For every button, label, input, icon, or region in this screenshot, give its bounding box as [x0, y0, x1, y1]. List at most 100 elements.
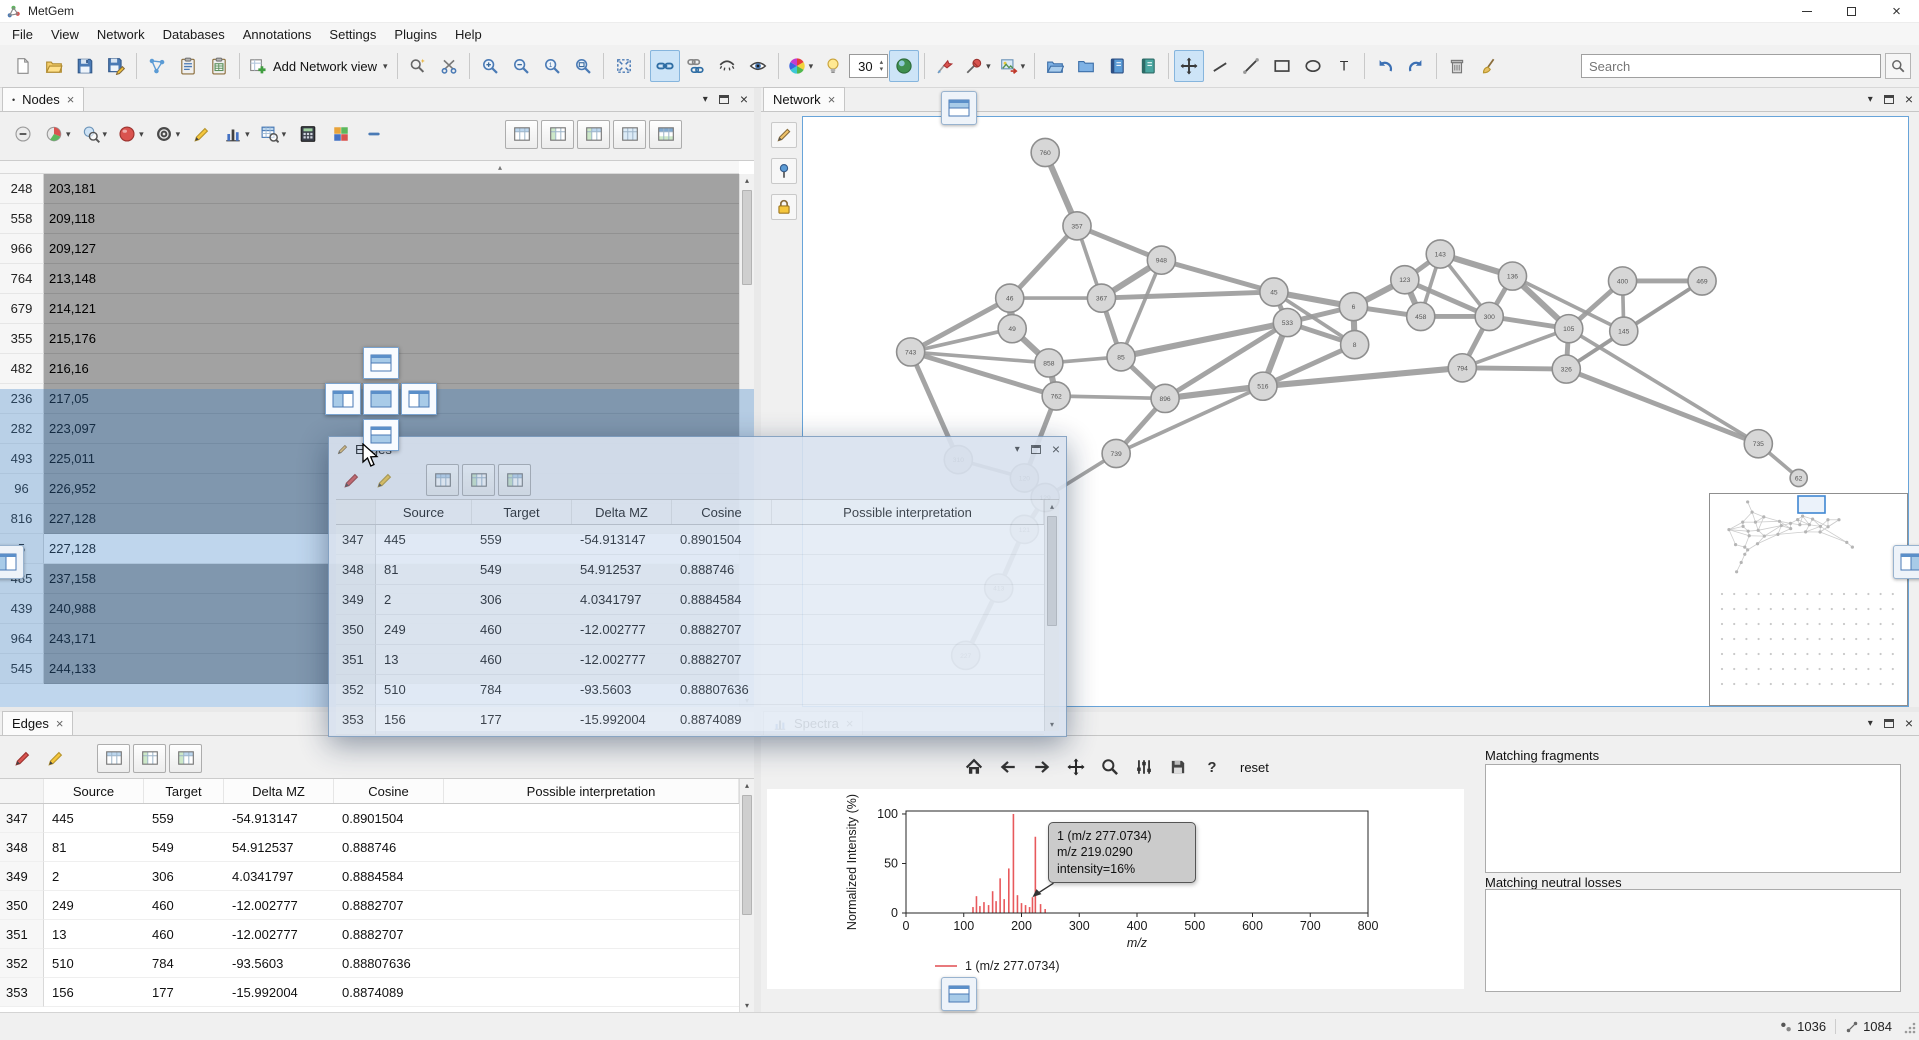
fullscreen-button[interactable]: [609, 50, 639, 82]
edge-cell[interactable]: 0.88807636: [334, 949, 444, 978]
export-image-button[interactable]: ▾: [996, 50, 1030, 82]
process-file-button[interactable]: [142, 50, 172, 82]
edge-cell[interactable]: 510: [376, 675, 472, 705]
edge-cell[interactable]: 156: [376, 705, 472, 735]
show-selected-rows-button[interactable]: [169, 744, 202, 773]
tab-edges[interactable]: Edges ×: [2, 711, 73, 735]
edge-cell[interactable]: 784: [144, 949, 224, 978]
edge-cell[interactable]: 0.8882707: [334, 891, 444, 920]
edge-cell[interactable]: 2: [44, 862, 144, 891]
network-node[interactable]: 533: [1273, 308, 1301, 336]
column-header-cosine[interactable]: Cosine: [334, 779, 444, 803]
edge-cell[interactable]: [444, 833, 739, 862]
panel-close-button[interactable]: ×: [740, 92, 748, 106]
edge-cell[interactable]: 2: [376, 585, 472, 615]
link-nodes-button[interactable]: [650, 50, 680, 82]
network-node[interactable]: 326: [1552, 355, 1580, 383]
spinner-arrows-icon[interactable]: ▴▾: [880, 59, 884, 74]
zoom-button[interactable]: [1097, 754, 1123, 780]
column-header-source[interactable]: Source: [376, 500, 472, 524]
edge-cell[interactable]: -54.913147: [224, 804, 334, 833]
pan-mode-button[interactable]: [1174, 50, 1204, 82]
scroll-up-icon[interactable]: ▴: [740, 176, 754, 185]
open-search-button[interactable]: [403, 50, 433, 82]
edge-cell[interactable]: 0.8882707: [672, 645, 772, 675]
edge-cell[interactable]: [772, 645, 1044, 675]
highlight-selection-button[interactable]: [187, 120, 217, 149]
network-node[interactable]: 762: [1042, 382, 1070, 410]
row-header-cell[interactable]: 347: [336, 525, 376, 555]
network-node[interactable]: 6: [1339, 293, 1367, 321]
row-header-cell[interactable]: 350: [336, 615, 376, 645]
edge-cell[interactable]: 81: [44, 833, 144, 862]
panel-float-button[interactable]: [1031, 445, 1041, 454]
nodes-table-row[interactable]: 679214,121: [0, 294, 739, 324]
show-all-rows-button[interactable]: [426, 464, 459, 496]
show-neighbors-button[interactable]: [541, 120, 574, 149]
minimap-viewport[interactable]: [1798, 496, 1825, 513]
tab-close-icon[interactable]: ×: [56, 717, 64, 730]
hide-isolated-nodes-button[interactable]: [712, 50, 742, 82]
scroll-down-icon[interactable]: ▾: [1045, 720, 1059, 729]
show-isolated-nodes-button[interactable]: [743, 50, 773, 82]
edge-cell[interactable]: -12.002777: [572, 615, 672, 645]
row-header-cell[interactable]: 349: [336, 585, 376, 615]
row-header-cell[interactable]: 349: [0, 862, 44, 891]
pin-tool-button[interactable]: ▾: [961, 50, 995, 82]
scrollbar-thumb[interactable]: [1047, 516, 1057, 626]
scrollbar-thumb[interactable]: [742, 190, 752, 285]
node-color-mapping-button[interactable]: ▾: [114, 120, 148, 149]
edge-cell[interactable]: 0.8901504: [672, 525, 772, 555]
edge-cell[interactable]: 306: [144, 862, 224, 891]
network-node[interactable]: 46: [996, 284, 1024, 312]
edge-cell[interactable]: [444, 862, 739, 891]
floating-vertical-scrollbar[interactable]: ▴ ▾: [1044, 500, 1059, 731]
dart-tool-button[interactable]: [930, 50, 960, 82]
edges-table-row[interactable]: 34923064.03417970.8884584: [336, 585, 1059, 615]
network-minimap[interactable]: [1709, 493, 1908, 706]
edges-table-row[interactable]: 350249460-12.0027770.8882707: [336, 615, 1059, 645]
edge-cell[interactable]: -12.002777: [224, 920, 334, 949]
matching-neutral-losses-list[interactable]: [1485, 889, 1901, 992]
network-node[interactable]: 469: [1688, 267, 1716, 295]
panel-menu-button[interactable]: ▾: [703, 94, 708, 105]
network-node[interactable]: 458: [1407, 302, 1435, 330]
edge-cell[interactable]: 460: [472, 645, 572, 675]
edge-cell[interactable]: 445: [44, 804, 144, 833]
set-node-color-button[interactable]: ▾: [784, 50, 818, 82]
floating-edges-panel[interactable]: Edges ▾× SourceTargetDelta MZCosinePossi…: [328, 436, 1067, 737]
node-value-cell[interactable]: 209,118: [44, 204, 739, 234]
row-header-cell[interactable]: 353: [0, 978, 44, 1007]
clear-annotations-button[interactable]: [1473, 50, 1503, 82]
menu-databases[interactable]: Databases: [154, 25, 234, 44]
menu-network[interactable]: Network: [88, 25, 154, 44]
zoom-out-button[interactable]: [506, 50, 536, 82]
tab-close-icon[interactable]: ×: [828, 93, 836, 106]
network-edge[interactable]: [1161, 260, 1274, 292]
network-edge[interactable]: [911, 329, 1013, 352]
row-header-cell[interactable]: 679: [0, 294, 44, 324]
lock-view-button[interactable]: [771, 194, 797, 220]
network-node[interactable]: 85: [1107, 343, 1135, 371]
tab-close-icon[interactable]: ×: [67, 93, 75, 106]
draw-text-button[interactable]: T: [1329, 50, 1359, 82]
highlight-selection-button[interactable]: [41, 744, 71, 773]
edge-cell[interactable]: 445: [376, 525, 472, 555]
find-in-table-button[interactable]: ▾: [257, 120, 291, 149]
shrink-nodes-button[interactable]: [8, 120, 38, 149]
edge-cell[interactable]: 249: [376, 615, 472, 645]
network-node[interactable]: 739: [1102, 439, 1130, 467]
spectra-library-button[interactable]: [1102, 50, 1132, 82]
network-edge[interactable]: [1569, 329, 1759, 444]
network-node[interactable]: 400: [1608, 267, 1636, 295]
column-header-cosine[interactable]: Cosine: [672, 500, 772, 524]
edge-cell[interactable]: [444, 804, 739, 833]
network-node[interactable]: 62: [1790, 469, 1807, 486]
dock-target-right[interactable]: [401, 383, 437, 415]
row-header-cell[interactable]: 351: [0, 920, 44, 949]
edge-cell[interactable]: 0.888746: [672, 555, 772, 585]
edges-table-row[interactable]: 350249460-12.0027770.8882707: [0, 891, 754, 920]
column-header-target[interactable]: Target: [472, 500, 572, 524]
edges-table-row[interactable]: 3488154954.9125370.888746: [336, 555, 1059, 585]
edge-cell[interactable]: 81: [376, 555, 472, 585]
